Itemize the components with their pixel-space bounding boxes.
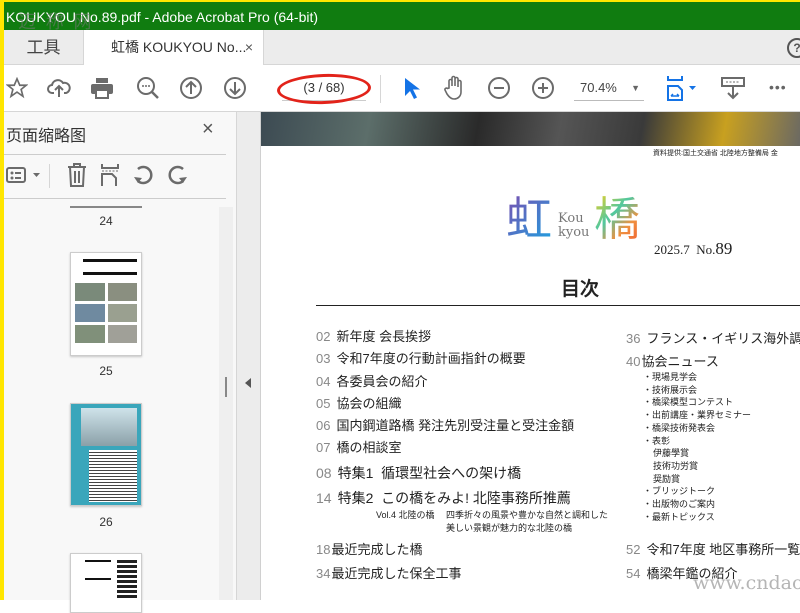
select-pointer-icon[interactable]	[398, 75, 424, 101]
toc-item[interactable]: 14 特集2 この橋をみよ! 北陸事務所推薦	[316, 488, 571, 508]
panel-divider	[4, 154, 226, 155]
issue-info: 2025.7 No.89	[654, 239, 732, 259]
panel-close-icon[interactable]: ×	[202, 118, 214, 141]
news-item: ・橋梁技術発表会	[643, 422, 716, 433]
rotate-left-icon[interactable]	[131, 162, 157, 188]
zoom-out-icon[interactable]	[486, 75, 512, 101]
toc-title: 目次	[561, 279, 600, 300]
collapse-arrow-icon[interactable]	[245, 378, 251, 388]
toc-item[interactable]: 06 国内鋼道路橋 発注先別受注量と受注金額	[316, 415, 574, 434]
toc-feature2-desc2: 美しい景観が魅力的な北陸の橋	[446, 523, 573, 533]
logo-romaji-2: kyou	[558, 225, 590, 241]
scroll-mode-icon[interactable]	[719, 75, 747, 101]
panel-title: 页面缩略图	[6, 128, 87, 145]
toc-item[interactable]: 40協会ニュース	[626, 351, 719, 370]
thumbnail-page-27[interactable]	[70, 553, 142, 613]
zoom-level-value: 70.4%	[580, 80, 617, 95]
zoom-search-icon[interactable]	[135, 75, 161, 101]
fit-width-icon[interactable]	[664, 75, 702, 101]
panel-splitter[interactable]	[237, 112, 261, 600]
thumbnail-scrollbar[interactable]	[219, 207, 233, 600]
toc-item[interactable]: 03 令和7年度の行動計画指針の概要	[316, 348, 526, 367]
chevron-down-icon: ▼	[631, 83, 640, 93]
toolbar-divider	[380, 75, 381, 103]
document-view: 資料提供:国土交通省 北陸地方整備局 金 虹 Kou kyou 橋 2025.7 …	[261, 112, 800, 600]
tab-document[interactable]: 虹橋 KOUKYOU No... ×	[84, 30, 264, 66]
hand-icon[interactable]	[442, 75, 468, 101]
news-subitem: 技術功労賞	[653, 460, 699, 471]
toc-item[interactable]: 18最近完成した橋	[316, 539, 422, 558]
watermark-bottom-right: www.cndao.com	[693, 572, 800, 594]
news-item: ・橋梁模型コンテスト	[643, 397, 734, 408]
logo-romaji-1: Kou	[558, 211, 584, 226]
cover-photo	[261, 112, 800, 146]
toc-item[interactable]: 52 令和7年度 地区事務所一覧	[626, 539, 800, 558]
rotate-right-icon[interactable]	[164, 162, 190, 188]
page-up-icon[interactable]	[178, 75, 204, 101]
news-item: ・現場見学会	[643, 372, 698, 382]
news-subitem: 奨励賞	[653, 473, 681, 484]
trash-icon[interactable]	[64, 162, 90, 188]
news-item: ・技術展示会	[643, 384, 698, 395]
zoom-in-icon[interactable]	[530, 75, 556, 101]
toc-rule	[316, 305, 800, 306]
panel-toolbar-divider	[49, 164, 50, 188]
scrollbar-thumb[interactable]	[225, 377, 227, 397]
toc-feature2-desc1: 四季折々の風景や豊かな自然と調和した	[446, 510, 609, 520]
news-subitem: 伊藤學賞	[653, 448, 690, 459]
logo-kanji-bridge: 橋	[594, 192, 640, 246]
watermark-top-left: 迈 称 网	[18, 12, 94, 33]
thumbnail-options-icon[interactable]	[4, 162, 44, 188]
news-item: ・表彰	[643, 435, 671, 446]
toc-item[interactable]: 08 特集1 循環型社会への架け橋	[316, 463, 521, 483]
issue-number: 89	[715, 239, 733, 258]
toc-item[interactable]: 36 フランス・イギリス海外調査	[626, 328, 800, 347]
tab-document-label: 虹橋 KOUKYOU No...	[111, 39, 247, 55]
thumbnail-24-bottom[interactable]	[70, 206, 142, 208]
insert-page-icon[interactable]	[97, 162, 123, 188]
logo-romaji: Kou kyou	[558, 211, 590, 241]
news-item: ・出前講座・業界セミナー	[643, 410, 752, 421]
help-button[interactable]: ?	[787, 38, 800, 58]
toc-item[interactable]: 05 協会の組織	[316, 393, 401, 412]
thumbnail-label-24: 24	[99, 214, 113, 228]
news-item: ・最新トピックス	[643, 511, 715, 522]
toc-item[interactable]: 34最近完成した保全工事	[316, 563, 461, 582]
tab-tools[interactable]: 工具	[4, 30, 84, 65]
thumbnail-page-25[interactable]	[70, 252, 142, 356]
more-icon[interactable]: •••	[769, 79, 787, 95]
star-icon[interactable]	[4, 75, 30, 101]
logo-kanji-rainbow: 虹	[506, 192, 552, 246]
toolbar: (3 / 68) 70.4% ▼ •••	[4, 65, 800, 112]
print-icon[interactable]	[89, 75, 115, 101]
news-item: ・ブリッジトーク	[643, 486, 716, 497]
toc-feature2-vol: Vol.4 北陸の橋	[376, 510, 435, 520]
zoom-level-select[interactable]: 70.4% ▼	[574, 77, 644, 101]
issue-no-prefix: No.	[696, 242, 716, 257]
cloud-upload-icon[interactable]	[46, 75, 72, 101]
thumbnail-label-26: 26	[99, 515, 113, 529]
toc-item[interactable]: 04 各委員会の紹介	[316, 371, 427, 390]
toc-item[interactable]: 07 橋の相談室	[316, 437, 401, 456]
tab-close-icon[interactable]: ×	[245, 30, 253, 65]
toc-item[interactable]: 02 新年度 会長挨拶	[316, 326, 431, 345]
issue-date: 2025.7	[654, 242, 690, 257]
thumbnail-label-25: 25	[99, 364, 113, 378]
tab-bar: 工具 虹橋 KOUKYOU No... × ?	[4, 30, 800, 66]
page-down-icon[interactable]	[222, 75, 248, 101]
panel-divider	[4, 198, 226, 199]
news-list: ・現場見学会 ・技術展示会 ・橋梁模型コンテスト ・出前講座・業界セミナー ・橋…	[643, 371, 751, 523]
thumbnail-page-26[interactable]	[70, 403, 142, 506]
news-item: ・出版物のご案内	[643, 499, 716, 510]
page-thumbnails-panel: 页面缩略图 × 24 25 26	[4, 112, 237, 613]
photo-credit: 資料提供:国土交通省 北陸地方整備局 金	[653, 150, 778, 157]
title-bar: KOUKYOU No.89.pdf - Adobe Acrobat Pro (6…	[4, 0, 800, 30]
